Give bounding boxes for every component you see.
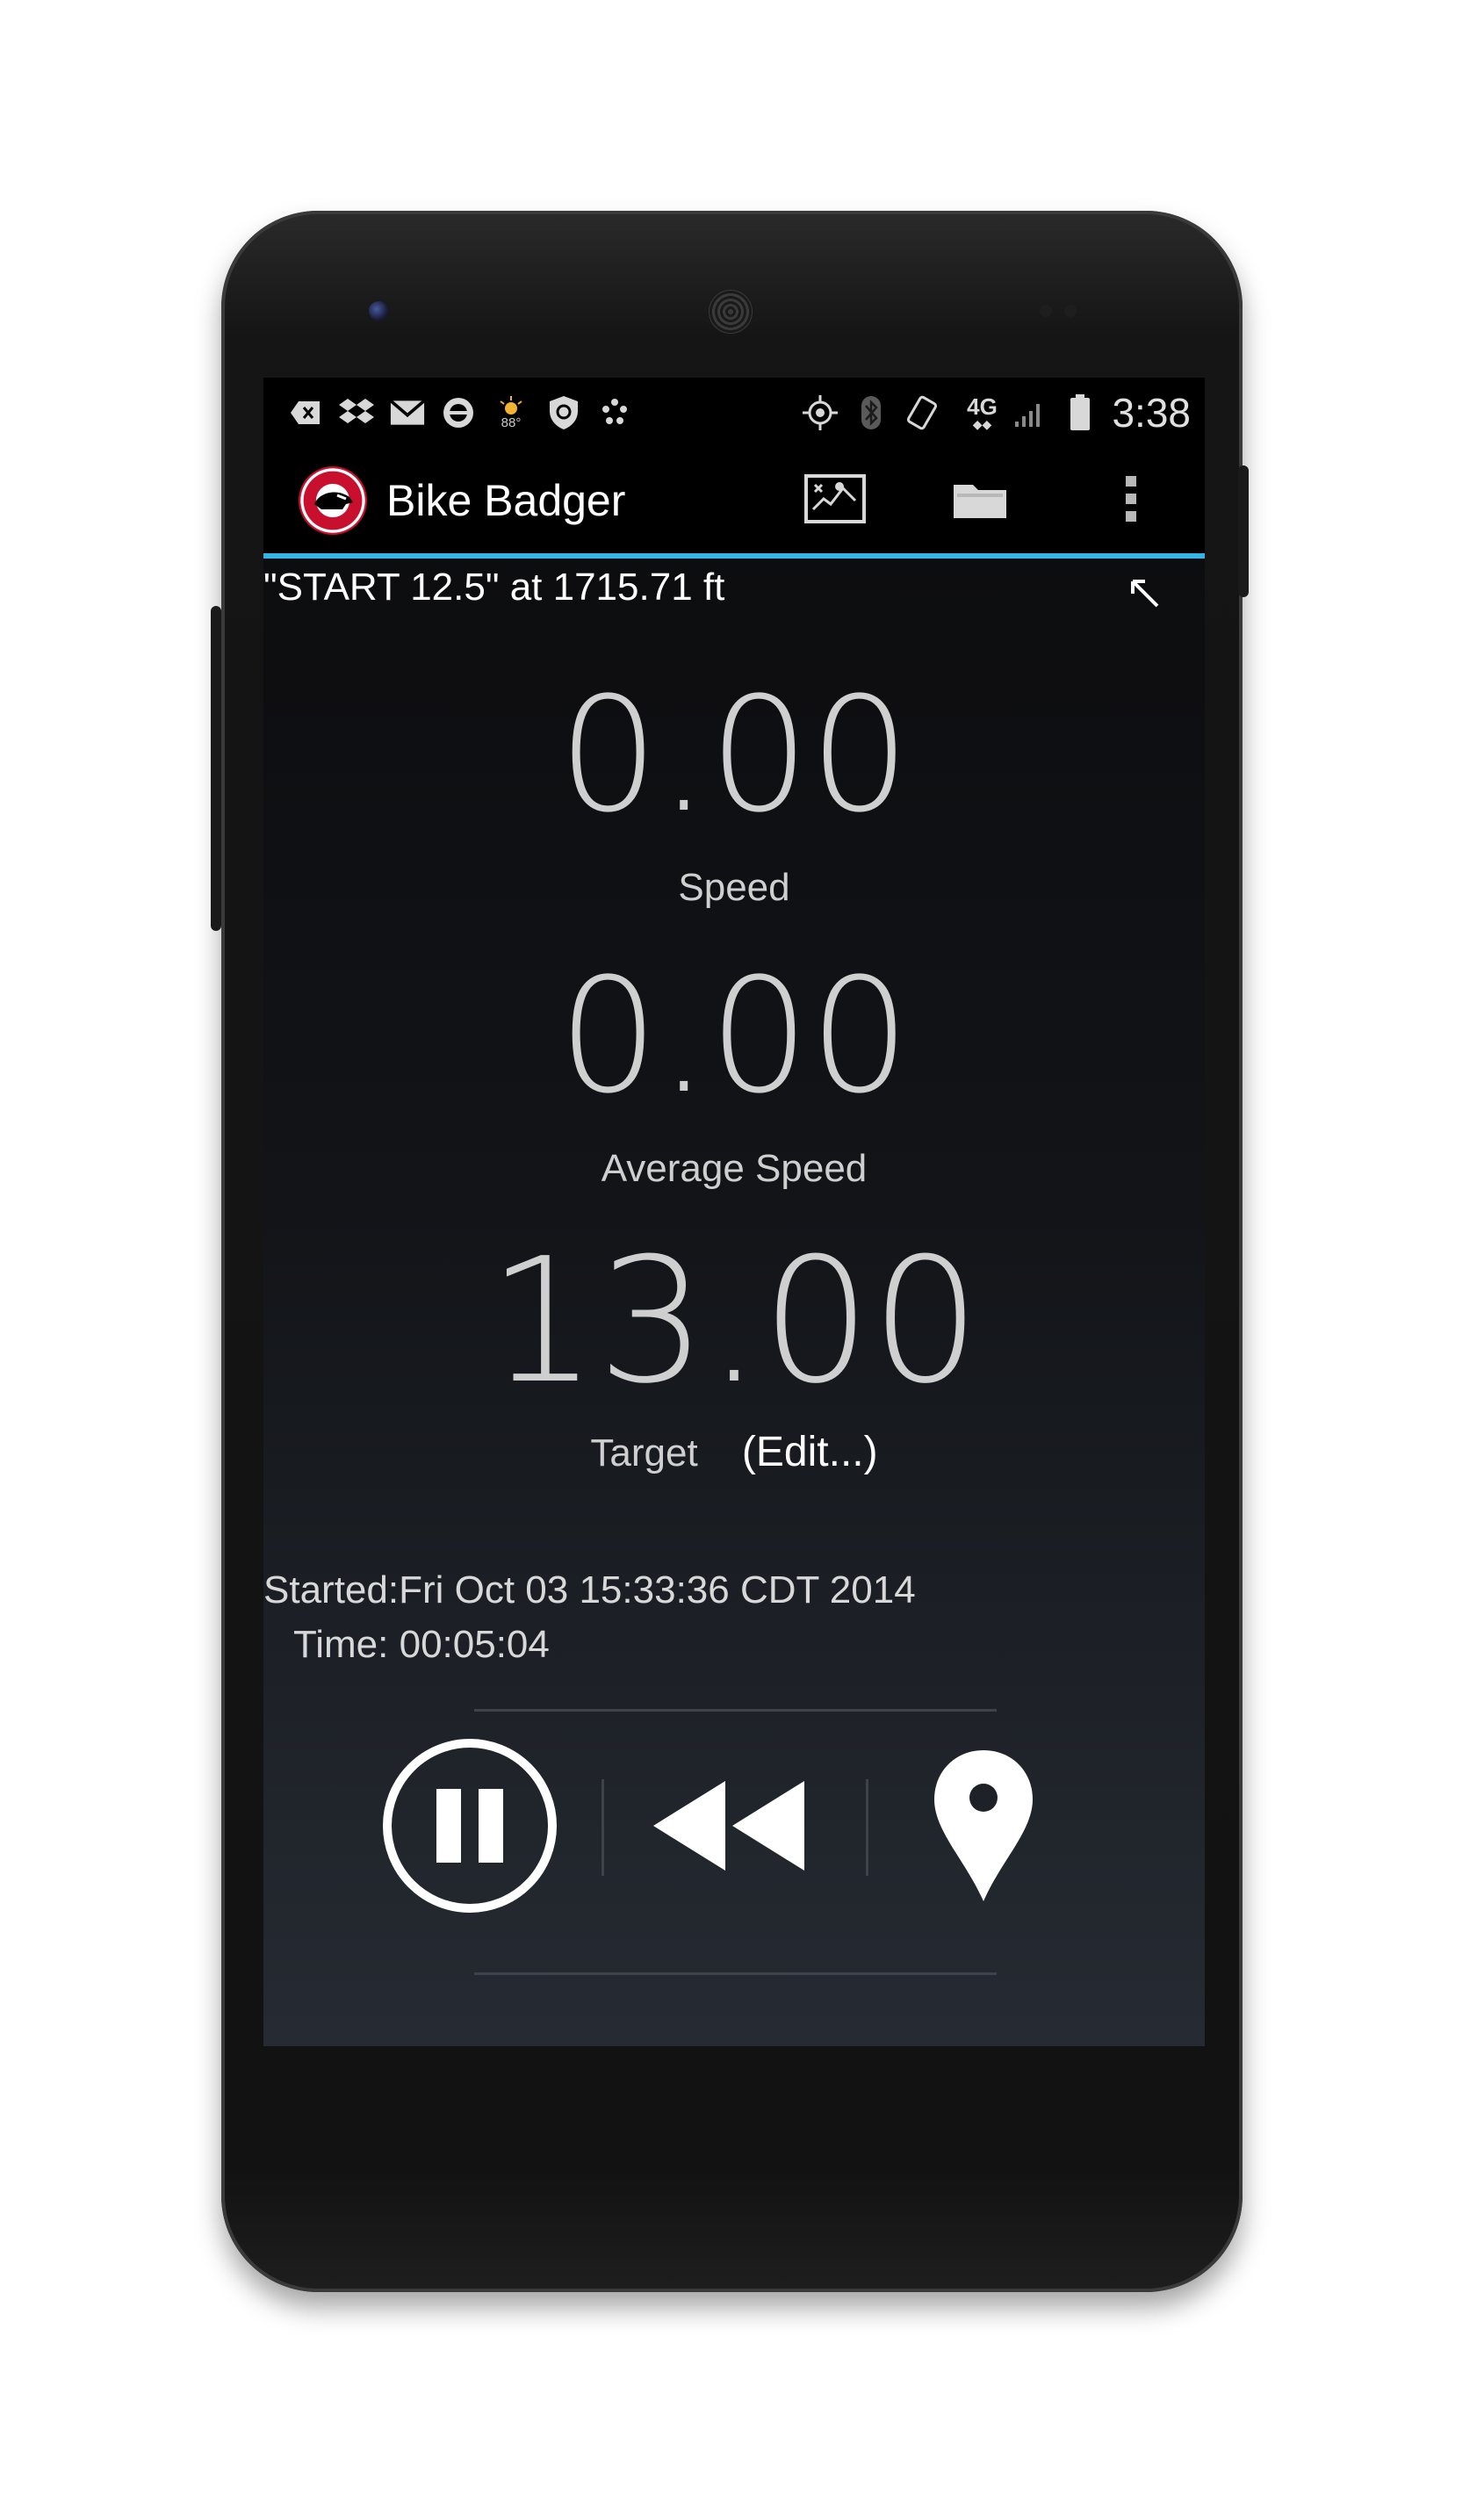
network-4g-lte-icon: 4G ◆◆: [967, 393, 998, 431]
folder-button[interactable]: [948, 472, 1012, 529]
rotation-lock-icon: [904, 395, 940, 430]
overflow-menu-button[interactable]: [1099, 472, 1163, 529]
light-sensor: [1064, 305, 1077, 317]
main-content: "START 12.5" at 1715.71 ft 0.00 Speed 0.…: [263, 559, 1205, 2046]
gmail-icon: [390, 395, 425, 430]
volume-rocker: [211, 606, 221, 931]
pause-button[interactable]: [378, 1735, 562, 1920]
map-button[interactable]: [803, 472, 867, 529]
session-started: Started:Fri Oct 03 15:33:36 CDT 2014: [263, 1568, 916, 1611]
earpiece-speaker: [709, 290, 753, 334]
pause-icon: [382, 1738, 558, 1918]
arrow-up-left-icon: [1127, 576, 1163, 611]
session-time: Time: 00:05:04: [293, 1623, 550, 1666]
app-logo-icon[interactable]: [299, 466, 367, 535]
folder-icon: [952, 478, 1008, 524]
front-camera: [369, 301, 388, 321]
target-value: 13.00: [487, 1222, 981, 1422]
action-bar: Bike Badger: [263, 448, 1205, 559]
weather-icon: 88°: [492, 395, 530, 430]
notification-icons: 88°: [263, 395, 632, 430]
back-arrow-icon: [288, 395, 323, 430]
system-icons: 4G ◆◆ 3:38: [787, 389, 1205, 436]
dots-icon: [597, 395, 632, 430]
edit-target-link[interactable]: (Edit...): [742, 1429, 878, 1475]
proximity-sensor: [1040, 305, 1052, 317]
app-title: Bike Badger: [386, 476, 626, 525]
security-shield-icon: [546, 395, 581, 430]
power-button: [1238, 465, 1249, 597]
controls-separator: [866, 1779, 868, 1876]
target-label: Target: [590, 1431, 698, 1474]
controls-separator: [602, 1779, 604, 1876]
weather-temp: 88°: [501, 415, 522, 430]
location-pin-button[interactable]: [918, 1735, 1049, 1920]
dropbox-icon: [339, 395, 374, 430]
location-pin-icon: [931, 1747, 1036, 1909]
controls-bottom-divider: [474, 1972, 997, 1975]
speed-label: Speed: [678, 866, 790, 909]
phone-screen: 88° 4G ◆◆ 3:38 Bike Badger "START 12.5" …: [263, 378, 1205, 2046]
bike-badger-icon: [441, 395, 476, 430]
waypoint-status: "START 12.5" at 1715.71 ft: [263, 566, 725, 609]
rewind-icon: [650, 1777, 808, 1878]
network-label: 4G: [967, 393, 998, 420]
speed-value: 0.00: [558, 664, 911, 847]
overflow-menu-icon: [1124, 472, 1138, 530]
playback-controls: [263, 1735, 1205, 1920]
controls-top-divider: [474, 1709, 997, 1712]
average-speed-value: 0.00: [558, 945, 911, 1128]
signal-icon: [1012, 395, 1047, 430]
status-bar: 88° 4G ◆◆ 3:38: [263, 378, 1205, 448]
gps-icon: [803, 395, 839, 430]
rewind-button[interactable]: [641, 1735, 817, 1920]
target-row: Target (Edit...): [263, 1428, 1205, 1476]
map-icon: [804, 473, 866, 528]
status-clock: 3:38: [1112, 390, 1191, 436]
battery-icon: [1063, 394, 1098, 430]
average-speed-label: Average Speed: [601, 1147, 868, 1190]
bluetooth-icon: [854, 395, 889, 430]
